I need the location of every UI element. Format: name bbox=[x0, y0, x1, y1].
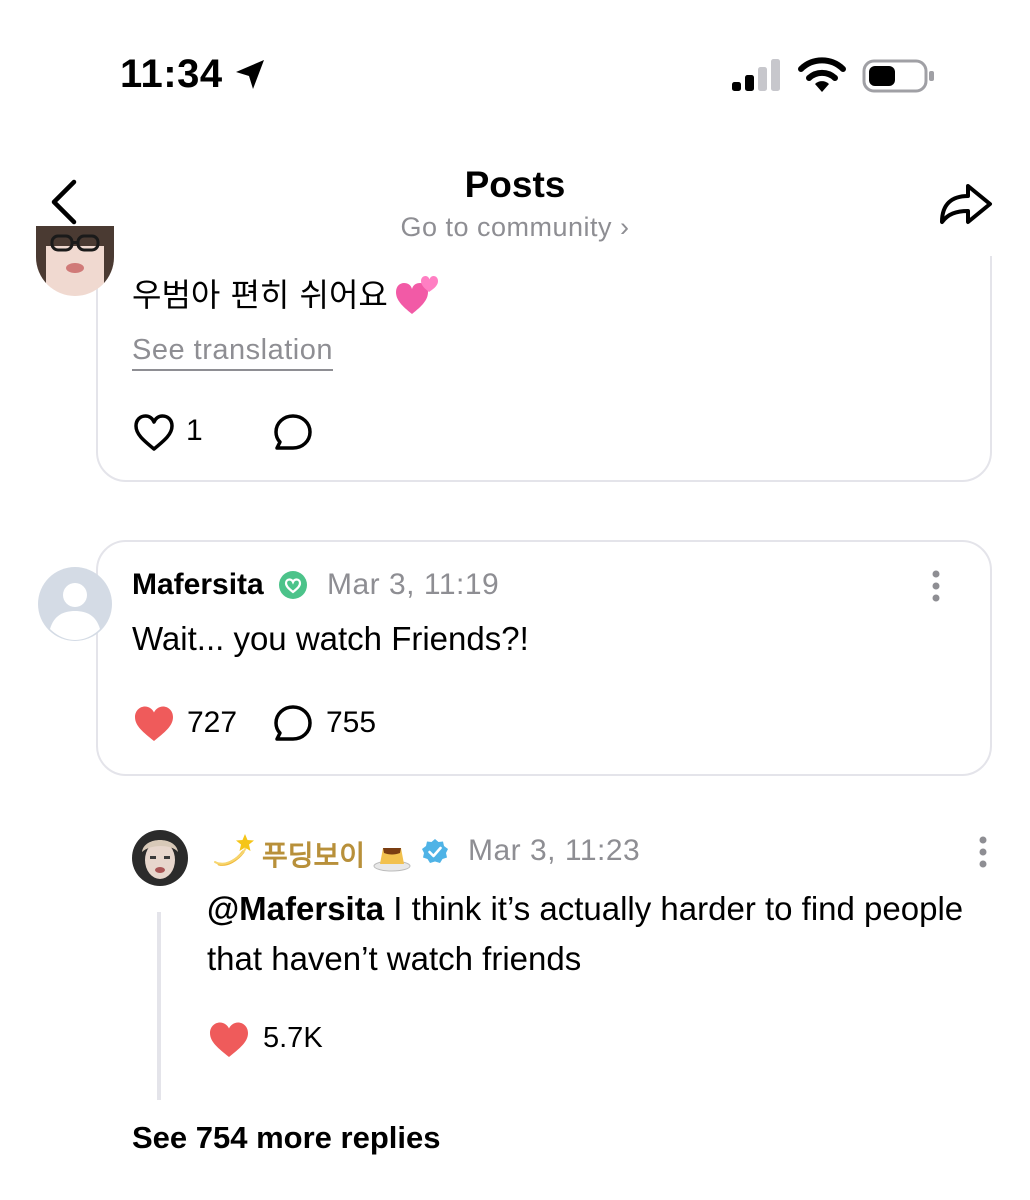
thread-line bbox=[157, 912, 161, 1100]
pudding-emoji-icon bbox=[373, 848, 411, 872]
dizzy-star-emoji-icon bbox=[214, 834, 254, 866]
wifi-icon bbox=[798, 57, 846, 92]
avatar[interactable] bbox=[132, 830, 188, 886]
comment-username[interactable]: Mafersita bbox=[132, 568, 264, 602]
user-photo-icon bbox=[132, 830, 188, 886]
see-more-replies-link[interactable]: See 754 more replies bbox=[132, 1120, 440, 1156]
reply-text: @Mafersita I think it’s actually harder … bbox=[207, 884, 967, 984]
reply-username[interactable]: 푸딩보이 bbox=[262, 834, 365, 874]
reply-like-count: 5.7K bbox=[263, 1022, 323, 1054]
comment-reply-count: 755 bbox=[326, 706, 377, 739]
comment-like-count: 727 bbox=[187, 706, 238, 739]
go-to-community-link[interactable]: Go to community › bbox=[0, 212, 1030, 243]
post-text: 우범아 편히 쉬어요 bbox=[132, 276, 388, 314]
mention-link[interactable]: @Mafersita bbox=[207, 890, 384, 927]
two-hearts-emoji-icon bbox=[396, 276, 438, 314]
status-time: 11:34 bbox=[120, 52, 223, 96]
more-options-icon[interactable] bbox=[931, 570, 941, 602]
post-like-count: 1 bbox=[186, 414, 203, 447]
verified-badge-icon bbox=[422, 839, 448, 863]
verified-badge-icon bbox=[279, 571, 307, 599]
like-heart-filled-icon[interactable] bbox=[133, 703, 175, 745]
more-options-icon[interactable] bbox=[978, 836, 988, 868]
location-arrow-icon bbox=[236, 60, 264, 89]
share-icon[interactable] bbox=[936, 178, 994, 228]
like-heart-outline-icon[interactable] bbox=[133, 412, 175, 454]
page-title: Posts bbox=[464, 164, 566, 205]
reply-timestamp: Mar 3, 11:23 bbox=[468, 834, 641, 867]
like-heart-filled-icon[interactable] bbox=[208, 1019, 250, 1061]
comment-bubble-icon[interactable] bbox=[272, 412, 314, 454]
cellular-signal-icon bbox=[732, 59, 780, 91]
comment-bubble-icon[interactable] bbox=[272, 703, 314, 745]
comment-timestamp: Mar 3, 11:19 bbox=[327, 568, 500, 601]
battery-icon bbox=[862, 59, 934, 93]
default-avatar-icon[interactable] bbox=[38, 567, 112, 641]
see-translation-link[interactable]: See translation bbox=[132, 334, 333, 371]
comment-text: Wait... you watch Friends?! bbox=[132, 620, 529, 657]
